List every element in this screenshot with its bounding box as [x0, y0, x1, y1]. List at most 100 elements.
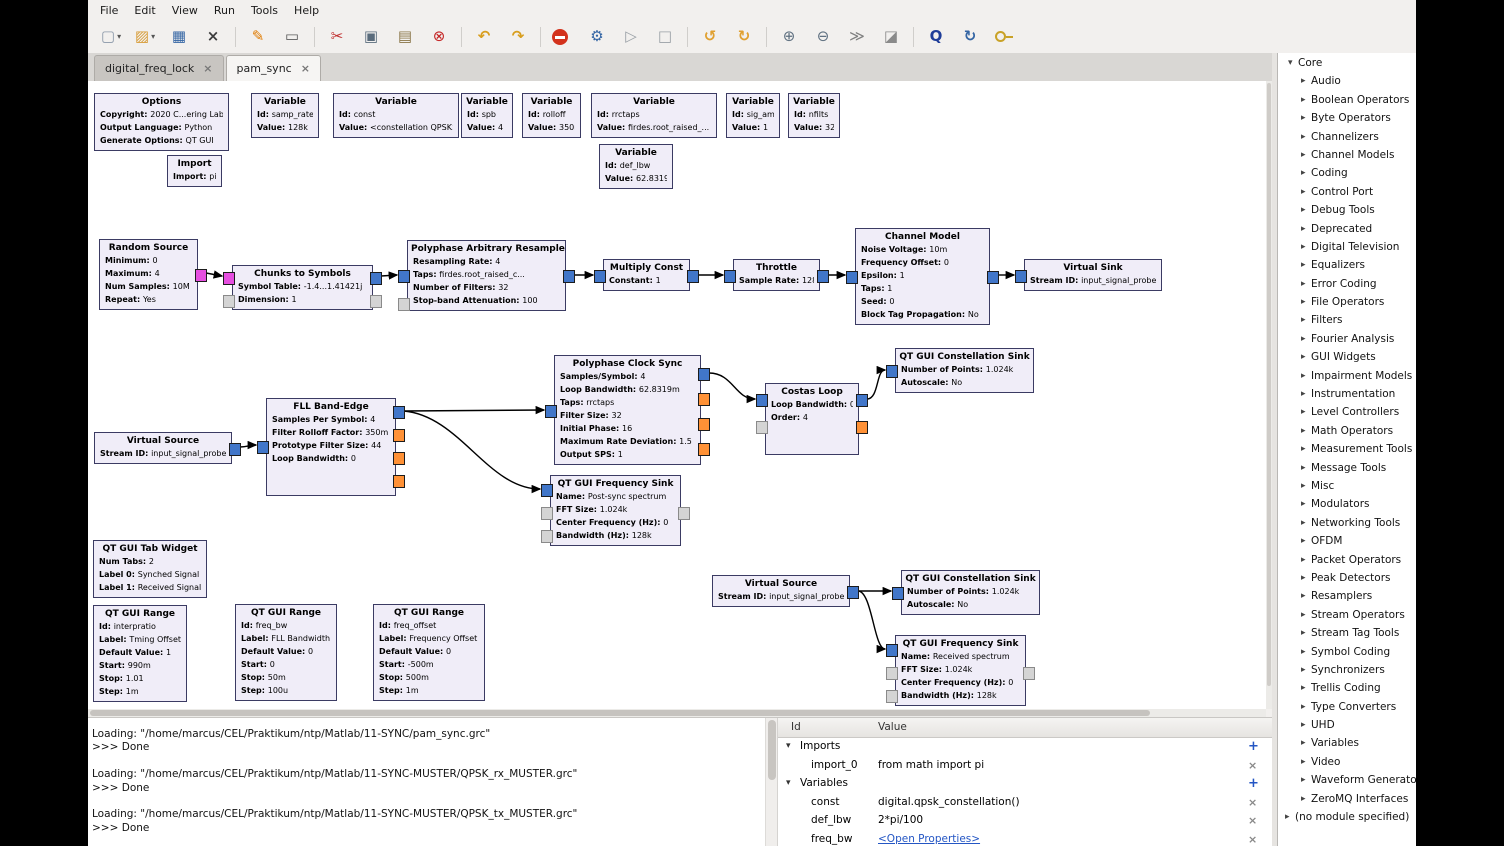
- block-virtual-sink[interactable]: Virtual SinkStream ID: input_signal_prob…: [1024, 259, 1162, 291]
- blue-port[interactable]: [698, 368, 710, 381]
- execute-flowgraph-button[interactable]: ▷: [616, 25, 646, 49]
- gray-port[interactable]: [678, 507, 690, 520]
- add-imports-icon[interactable]: +: [1248, 739, 1259, 754]
- tree-category-impairment-models[interactable]: ▸Impairment Models: [1278, 368, 1416, 386]
- tree-category-measurement-tools[interactable]: ▸Measurement Tools: [1278, 441, 1416, 459]
- tree-category-resamplers[interactable]: ▸Resamplers: [1278, 588, 1416, 606]
- snap-to-grid-button[interactable]: ◪: [876, 25, 906, 49]
- orange-port[interactable]: [856, 421, 868, 434]
- tree-category-file-operators[interactable]: ▸File Operators: [1278, 294, 1416, 312]
- close-flowgraph-button[interactable]: ×: [198, 25, 228, 49]
- zoom-in-button[interactable]: ⊕: [774, 25, 804, 49]
- block-throttle[interactable]: ThrottleSample Rate: 128k: [733, 259, 820, 291]
- flowgraph-canvas[interactable]: OptionsCopyright: 2020 C...ering LabOutp…: [88, 81, 1266, 709]
- blue-port[interactable]: [398, 270, 410, 283]
- tree-category-type-converters[interactable]: ▸Type Converters: [1278, 699, 1416, 717]
- expander-closed-icon[interactable]: ▸: [1301, 315, 1306, 325]
- blue-port[interactable]: [817, 270, 829, 283]
- expander-closed-icon[interactable]: ▸: [1301, 738, 1306, 748]
- expander-closed-icon[interactable]: ▸: [1301, 205, 1306, 215]
- expander-closed-icon[interactable]: ▸: [1301, 518, 1306, 528]
- gray-port[interactable]: [886, 690, 898, 703]
- orange-port[interactable]: [698, 418, 710, 431]
- expander-closed-icon[interactable]: ▸: [1301, 132, 1306, 142]
- flowgraph-errors-button[interactable]: [548, 25, 578, 49]
- gray-port[interactable]: [370, 295, 382, 308]
- block-variable-sig-amp[interactable]: VariableId: sig_ampValue: 1: [726, 93, 780, 138]
- expander-closed-icon[interactable]: ▸: [1301, 426, 1306, 436]
- expander-closed-icon[interactable]: ▸: [1301, 702, 1306, 712]
- cut-button[interactable]: ✂: [322, 25, 352, 49]
- tab-close-icon[interactable]: ×: [203, 62, 212, 75]
- block-variable-rrctaps[interactable]: VariableId: rrctapsValue: firdes.root_ra…: [591, 93, 717, 138]
- tree-category-uhd[interactable]: ▸UHD: [1278, 717, 1416, 735]
- expander-closed-icon[interactable]: ▸: [1301, 775, 1306, 785]
- block-costas-loop[interactable]: Costas LoopLoop Bandwidth: 0Order: 4: [765, 383, 859, 455]
- orange-port[interactable]: [393, 429, 405, 442]
- blue-port[interactable]: [563, 270, 575, 283]
- menu-tools[interactable]: Tools: [243, 1, 286, 20]
- menu-edit[interactable]: Edit: [126, 1, 163, 20]
- dropdown-arrow-icon[interactable]: ▾: [117, 32, 121, 41]
- block-qt-gui-constellation-sink-1[interactable]: QT GUI Constellation SinkNumber of Point…: [895, 348, 1034, 393]
- dropdown-arrow-icon[interactable]: ▾: [151, 32, 155, 41]
- variables-group-variables[interactable]: ▾Variables+: [778, 775, 1273, 794]
- blue-port[interactable]: [541, 484, 553, 497]
- blue-port[interactable]: [856, 394, 868, 407]
- tree-category-coding[interactable]: ▸Coding: [1278, 165, 1416, 183]
- block-fll-band-edge[interactable]: FLL Band-EdgeSamples Per Symbol: 4Filter…: [266, 398, 396, 496]
- open-properties-link[interactable]: <Open Properties>: [878, 833, 980, 845]
- expander-closed-icon[interactable]: ▸: [1301, 150, 1306, 160]
- screen-capture-button[interactable]: ✎: [243, 25, 273, 49]
- block-variable-samp-rate[interactable]: VariableId: samp_rateValue: 128k: [251, 93, 319, 138]
- tree-category-boolean-operators[interactable]: ▸Boolean Operators: [1278, 92, 1416, 110]
- blue-port[interactable]: [687, 270, 699, 283]
- orange-port[interactable]: [393, 452, 405, 465]
- connection-fll-band-edge-to-polyphase-clock-sync[interactable]: [404, 410, 544, 411]
- expander-closed-icon[interactable]: ▸: [1301, 389, 1306, 399]
- tree-category-channelizers[interactable]: ▸Channelizers: [1278, 129, 1416, 147]
- orange-port[interactable]: [393, 475, 405, 488]
- blue-port[interactable]: [724, 270, 736, 283]
- tree-category-modulators[interactable]: ▸Modulators: [1278, 496, 1416, 514]
- gray-port[interactable]: [886, 667, 898, 680]
- tree-category-no-module-specified[interactable]: ▸(no module specified): [1278, 809, 1416, 827]
- zoom-fit-button[interactable]: ≫: [842, 25, 872, 49]
- expander-closed-icon[interactable]: ▸: [1301, 683, 1306, 693]
- add-variables-icon[interactable]: +: [1248, 776, 1259, 791]
- blue-port[interactable]: [1015, 270, 1027, 283]
- gray-port[interactable]: [756, 421, 768, 434]
- expander-closed-icon[interactable]: ▸: [1301, 334, 1306, 344]
- tree-category-misc[interactable]: ▸Misc: [1278, 478, 1416, 496]
- blue-port[interactable]: [892, 587, 904, 600]
- connection-virtual-source-1-to-fll-band-edge[interactable]: [240, 445, 256, 447]
- blue-port[interactable]: [886, 644, 898, 657]
- connection-fll-band-edge-to-qt-gui-frequency-sink-1[interactable]: [404, 411, 540, 489]
- block-multiply-const[interactable]: Multiply ConstConstant: 1: [603, 259, 690, 291]
- expander-closed-icon[interactable]: ▸: [1301, 720, 1306, 730]
- paste-button[interactable]: ▤: [390, 25, 420, 49]
- tree-category-math-operators[interactable]: ▸Math Operators: [1278, 423, 1416, 441]
- variable-row-freq-bw[interactable]: freq_bw<Open Properties>×: [778, 831, 1273, 846]
- tree-category-stream-tag-tools[interactable]: ▸Stream Tag Tools: [1278, 625, 1416, 643]
- expander-closed-icon[interactable]: ▸: [1301, 536, 1306, 546]
- tree-category-gui-widgets[interactable]: ▸GUI Widgets: [1278, 349, 1416, 367]
- expander-open-icon[interactable]: ▾: [1288, 58, 1293, 68]
- undo-button[interactable]: ↶: [469, 25, 499, 49]
- scrollbar-thumb[interactable]: [90, 710, 1150, 716]
- tree-category-core[interactable]: ▾Core: [1278, 55, 1416, 73]
- expander-closed-icon[interactable]: ▸: [1301, 352, 1306, 362]
- tree-category-stream-operators[interactable]: ▸Stream Operators: [1278, 607, 1416, 625]
- connection-chunks-to-symbols-to-polyphase-arbitrary-resampler[interactable]: [381, 275, 397, 276]
- expander-closed-icon[interactable]: ▸: [1301, 794, 1306, 804]
- block-channel-model[interactable]: Channel ModelNoise Voltage: 10mFrequency…: [855, 228, 990, 325]
- tree-category-trellis-coding[interactable]: ▸Trellis Coding: [1278, 680, 1416, 698]
- expander-closed-icon[interactable]: ▸: [1301, 95, 1306, 105]
- tree-category-instrumentation[interactable]: ▸Instrumentation: [1278, 386, 1416, 404]
- expander-closed-icon[interactable]: ▸: [1301, 407, 1306, 417]
- expander-closed-icon[interactable]: ▸: [1301, 444, 1306, 454]
- expander-closed-icon[interactable]: ▸: [1301, 647, 1306, 657]
- expander-closed-icon[interactable]: ▸: [1301, 555, 1306, 565]
- tree-category-digital-television[interactable]: ▸Digital Television: [1278, 239, 1416, 257]
- gray-port[interactable]: [1023, 667, 1035, 680]
